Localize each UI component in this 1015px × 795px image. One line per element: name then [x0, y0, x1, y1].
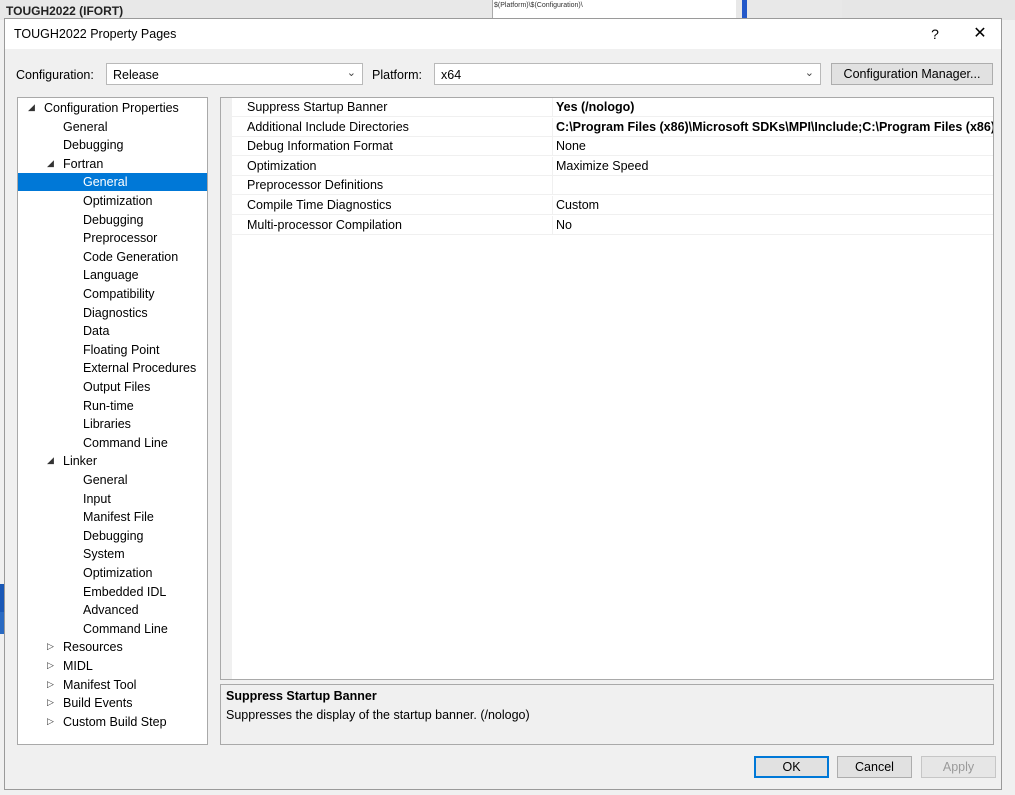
tree-item[interactable]: Optimization	[83, 192, 152, 210]
background-stripe	[742, 0, 747, 20]
chevron-down-icon: ⌄	[346, 67, 356, 79]
property-name: Debug Information Format	[247, 139, 393, 154]
help-icon[interactable]: ?	[920, 22, 950, 46]
configuration-label: Configuration:	[16, 68, 94, 82]
column-divider	[552, 176, 553, 196]
expanded-arrow-icon[interactable]: ◢	[28, 102, 35, 113]
configuration-select[interactable]: Release ⌄	[106, 63, 363, 85]
property-name: Additional Include Directories	[247, 119, 409, 134]
tree-item[interactable]: Data	[83, 322, 109, 340]
property-row[interactable]: Compile Time Diagnostics Custom	[232, 196, 993, 215]
property-value[interactable]: Custom	[556, 198, 993, 212]
chevron-down-icon: ⌄	[804, 67, 814, 79]
tree-item[interactable]: Diagnostics	[83, 304, 148, 322]
tree-item[interactable]: Manifest Tool	[63, 676, 136, 694]
tree-item[interactable]: General	[83, 471, 127, 489]
tree-item[interactable]: Command Line	[83, 434, 168, 452]
tree-item[interactable]: Output Files	[83, 378, 150, 396]
tree-item[interactable]: Libraries	[83, 415, 131, 433]
close-icon[interactable]: ✕	[963, 22, 997, 46]
dialog-title: TOUGH2022 Property Pages	[14, 27, 177, 41]
property-row[interactable]: Multi-processor Compilation No	[232, 215, 993, 235]
platform-select[interactable]: x64 ⌄	[434, 63, 821, 85]
tree-item[interactable]: Build Events	[63, 694, 132, 712]
property-name: Optimization	[247, 158, 317, 173]
tree-item[interactable]: Input	[83, 490, 111, 508]
tree-item[interactable]: MIDL	[63, 657, 93, 675]
collapsed-arrow-icon[interactable]: ▷	[47, 660, 54, 671]
tree-item[interactable]: External Procedures	[83, 359, 196, 377]
tree-item[interactable]: System	[83, 545, 125, 563]
tree-item[interactable]: Debugging	[83, 527, 143, 545]
property-value[interactable]: Yes (/nologo)	[556, 100, 993, 114]
column-divider	[552, 98, 553, 117]
tree-item[interactable]: Resources	[63, 638, 123, 656]
tree-item[interactable]: Embedded IDL	[83, 583, 166, 601]
configuration-manager-button[interactable]: Configuration Manager...	[831, 63, 993, 85]
tree-item[interactable]: Compatibility	[83, 285, 155, 303]
tree-item[interactable]: Code Generation	[83, 248, 178, 266]
property-grid: Suppress Startup Banner Yes (/nologo) Addi…	[220, 97, 994, 680]
expanded-arrow-icon[interactable]: ◢	[47, 158, 54, 169]
column-divider	[552, 137, 553, 157]
platform-value: x64	[441, 68, 462, 82]
background-app-title: TOUGH2022 (IFORT)	[6, 4, 124, 18]
property-name: Compile Time Diagnostics	[247, 198, 392, 212]
tree-item[interactable]: Fortran	[63, 155, 103, 173]
collapsed-arrow-icon[interactable]: ▷	[47, 697, 54, 708]
expanded-arrow-icon[interactable]: ◢	[47, 455, 54, 466]
property-name: Preprocessor Definitions	[247, 178, 384, 193]
tree-item[interactable]: General	[18, 173, 207, 192]
tree-item[interactable]: Advanced	[83, 601, 139, 619]
tree-item[interactable]: Run-time	[83, 397, 134, 415]
property-name: Suppress Startup Banner	[247, 100, 388, 114]
tree-item[interactable]: Custom Build Step	[63, 713, 167, 731]
property-row[interactable]: Suppress Startup Banner Yes (/nologo)	[232, 98, 993, 117]
grid-gutter	[221, 98, 232, 679]
property-value[interactable]: Maximize Speed	[556, 159, 993, 173]
column-divider	[552, 215, 553, 235]
background-area	[842, 0, 1015, 20]
property-row[interactable]: Additional Include Directories C:\Program…	[232, 117, 993, 137]
property-value[interactable]: None	[556, 139, 993, 153]
ok-button[interactable]: OK	[754, 756, 829, 778]
tree-item[interactable]: Command Line	[83, 620, 168, 638]
tree-item[interactable]: General	[63, 118, 107, 136]
property-row[interactable]: Debug Information Format None	[232, 137, 993, 157]
property-row[interactable]: Preprocessor Definitions	[232, 176, 993, 196]
collapsed-arrow-icon[interactable]: ▷	[47, 679, 54, 690]
description-title: Suppress Startup Banner	[226, 689, 377, 703]
platform-label: Platform:	[372, 68, 423, 82]
tree-item[interactable]: Linker	[63, 452, 97, 470]
property-pages-dialog: TOUGH2022 Property Pages ? ✕ Configurati…	[4, 18, 1002, 790]
property-tree: ◢ Configuration Properties General Debuggin…	[17, 97, 208, 745]
apply-button[interactable]: Apply	[921, 756, 996, 778]
description-panel: Suppress Startup Banner Suppresses the d…	[220, 684, 994, 745]
tree-item[interactable]: Configuration Properties	[44, 99, 179, 117]
property-name: Multi-processor Compilation	[247, 217, 402, 232]
property-value[interactable]: C:\Program Files (x86)\Microsoft SDKs\MP…	[556, 120, 993, 134]
property-value[interactable]: No	[556, 218, 993, 232]
tree-item[interactable]: Language	[83, 266, 139, 284]
tree-item[interactable]: Manifest File	[83, 508, 154, 526]
cancel-button[interactable]: Cancel	[837, 756, 912, 778]
description-text: Suppresses the display of the startup ba…	[226, 708, 530, 722]
column-divider	[552, 196, 553, 215]
background-path-text: $(Platform)\$(Configuration)\	[494, 2, 583, 9]
collapsed-arrow-icon[interactable]: ▷	[47, 641, 54, 652]
tree-item[interactable]: Floating Point	[83, 341, 159, 359]
column-divider	[552, 117, 553, 137]
column-divider	[552, 156, 553, 176]
configuration-value: Release	[113, 68, 159, 82]
tree-item[interactable]: Preprocessor	[83, 229, 157, 247]
collapsed-arrow-icon[interactable]: ▷	[47, 716, 54, 727]
tree-item[interactable]: Debugging	[63, 136, 123, 154]
title-bar: TOUGH2022 Property Pages ? ✕	[5, 19, 1001, 49]
tree-item[interactable]: Optimization	[83, 564, 152, 582]
property-row[interactable]: Optimization Maximize Speed	[232, 156, 993, 176]
tree-item[interactable]: Debugging	[83, 211, 143, 229]
